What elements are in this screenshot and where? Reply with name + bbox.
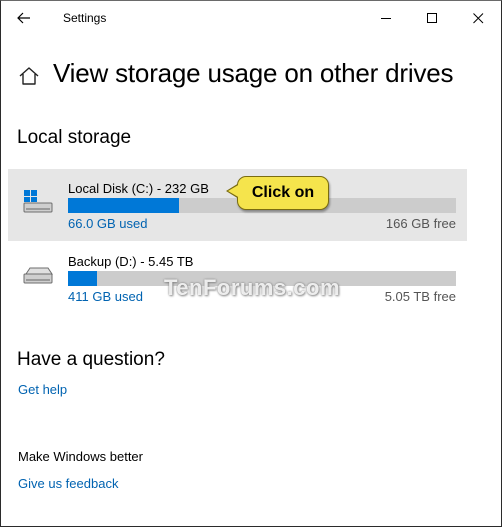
used-space: 411 GB used (68, 289, 143, 304)
give-feedback-link[interactable]: Give us feedback (18, 476, 118, 491)
window-title: Settings (63, 11, 107, 25)
close-icon (472, 12, 483, 23)
local-storage-heading: Local storage (17, 127, 132, 148)
page-title: View storage usage on other drives (53, 58, 454, 88)
title-bar: Settings (1, 1, 501, 35)
usage-bar-fill (68, 198, 179, 213)
minimize-button[interactable] (363, 1, 409, 35)
callout-text: Click on (251, 184, 315, 201)
click-on-callout: Click on (237, 176, 329, 210)
used-space: 66.0 GB used (68, 216, 148, 231)
get-help-link[interactable]: Get help (18, 382, 67, 397)
back-arrow-icon (17, 12, 30, 24)
maximize-icon (426, 12, 437, 23)
windows-drive-icon (23, 190, 53, 213)
drive-name: Backup (D:) - 5.45 TB (68, 254, 194, 269)
hard-drive-icon (23, 267, 53, 284)
question-heading: Have a question? (17, 349, 165, 370)
minimize-icon (380, 17, 391, 19)
make-windows-better-heading: Make Windows better (18, 449, 143, 464)
back-button[interactable] (9, 5, 39, 31)
free-space: 166 GB free (385, 216, 456, 231)
usage-bar-fill (68, 271, 97, 286)
drive-name: Local Disk (C:) - 232 GB (68, 181, 209, 196)
free-space: 5.05 TB free (384, 289, 456, 304)
watermark: TenForums.com (164, 275, 341, 300)
callout-pointer-fill (228, 184, 240, 198)
home-icon[interactable] (18, 65, 40, 87)
settings-window: Settings View storage usage on other dri… (0, 0, 502, 527)
maximize-button[interactable] (409, 1, 455, 35)
close-button[interactable] (455, 1, 501, 35)
